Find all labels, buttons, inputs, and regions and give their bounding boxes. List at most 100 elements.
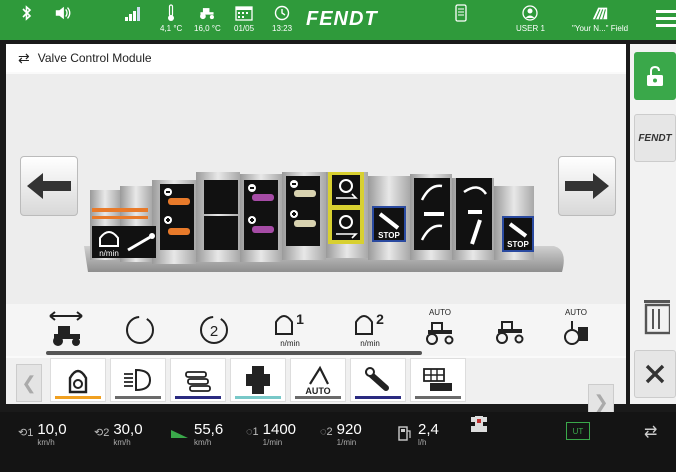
status-rpm-2[interactable]: ◌2 920 1/min bbox=[320, 421, 362, 448]
function-scrollbar[interactable] bbox=[46, 351, 422, 355]
tab-display[interactable] bbox=[410, 358, 466, 402]
timer-2-button[interactable]: 2 bbox=[184, 308, 244, 354]
status-timer-2[interactable]: ⟲2 30,0 km/h bbox=[94, 422, 143, 448]
tab-lights-indicator bbox=[115, 396, 161, 399]
auto-hitch-icon bbox=[309, 365, 329, 385]
top-status-bar: 4,1 °C 16,0 °C 01/05 13:23 FENDT USER 1 … bbox=[0, 0, 676, 40]
bluetooth-button[interactable] bbox=[18, 4, 36, 38]
flow-1-label: n/min bbox=[280, 339, 300, 348]
valve-section-icon bbox=[246, 366, 270, 394]
hoses-icon bbox=[185, 371, 211, 392]
status-timer-1[interactable]: ⟲1 10,0 km/h bbox=[18, 421, 67, 448]
status-rpm-1[interactable]: ◌1 1400 1/min bbox=[246, 422, 296, 448]
phone-button[interactable] bbox=[452, 4, 470, 38]
auto-valve-button[interactable]: AUTO bbox=[546, 308, 606, 354]
stop-label-1: STOP bbox=[378, 231, 400, 240]
tractor-top-view-icon bbox=[471, 416, 487, 432]
tractor-temperature: 16,0 °C bbox=[194, 4, 221, 38]
fuel-value: 2,4 bbox=[418, 421, 439, 438]
float-position-button[interactable] bbox=[36, 308, 96, 354]
thermometer-icon bbox=[162, 4, 180, 22]
signal-indicator bbox=[124, 4, 142, 38]
flow-1-button[interactable]: 1 n/min bbox=[260, 308, 320, 354]
fendt-logo-button[interactable]: FENDT bbox=[634, 114, 676, 162]
tractor-status-indicator bbox=[470, 414, 488, 439]
user-button[interactable]: USER 1 bbox=[516, 4, 545, 38]
arrow-left-icon bbox=[27, 173, 71, 199]
tab-coupling[interactable] bbox=[350, 358, 406, 402]
timer-1-button[interactable] bbox=[110, 308, 170, 354]
field-label: "Your N..." Field bbox=[572, 24, 629, 33]
tab-lights[interactable] bbox=[110, 358, 166, 402]
timer-2-unit: km/h bbox=[113, 438, 131, 447]
trash-icon bbox=[644, 300, 670, 335]
valve-work-area: n/min STOP STOP bbox=[6, 74, 626, 304]
chevron-left-icon: ❮ bbox=[21, 372, 37, 393]
speed-ramp-icon bbox=[171, 430, 188, 438]
tab-hoses[interactable] bbox=[170, 358, 226, 402]
module-header: ⇄ Valve Control Module bbox=[6, 44, 626, 72]
swap-screen-button[interactable]: ⇄ bbox=[644, 422, 657, 442]
tractor-temp-value: 16,0 °C bbox=[194, 24, 221, 33]
flow-2-label: n/min bbox=[360, 339, 380, 348]
tab-auto-label: AUTO bbox=[305, 386, 331, 396]
auto-tractor-icon bbox=[426, 322, 454, 345]
tab-engine-indicator bbox=[55, 396, 101, 399]
tab-scroll-left-button[interactable]: ❮ bbox=[16, 364, 42, 402]
stop-label-2: STOP bbox=[507, 240, 529, 249]
delete-button[interactable] bbox=[634, 292, 676, 340]
flow-2-button[interactable]: 2 n/min bbox=[340, 308, 400, 354]
field-button[interactable]: "Your N..." Field bbox=[572, 4, 628, 38]
display-grid-icon bbox=[423, 368, 452, 391]
speed-value: 55,6 bbox=[194, 421, 224, 438]
engine-icon bbox=[68, 369, 88, 394]
timer-2-small-icon: ⟲2 bbox=[94, 427, 110, 439]
phone-icon bbox=[452, 4, 470, 22]
status-fuel[interactable]: 2,4 l/h bbox=[398, 422, 439, 447]
auto-valve-label: AUTO bbox=[564, 308, 588, 317]
auto-tractor-button[interactable]: AUTO bbox=[410, 308, 470, 354]
menu-button[interactable] bbox=[656, 10, 676, 30]
rpm-label: n/min bbox=[99, 249, 119, 258]
timer-1-value: 10,0 bbox=[37, 421, 67, 438]
volume-button[interactable] bbox=[54, 4, 72, 38]
unlock-button[interactable] bbox=[634, 52, 676, 100]
fuel-unit: l/h bbox=[418, 438, 427, 447]
tab-engine[interactable] bbox=[50, 358, 106, 402]
valve-control-panel: ⇄ Valve Control Module n/min STOP STOP 2… bbox=[6, 44, 626, 420]
user-label: USER 1 bbox=[516, 24, 545, 33]
menu-icon bbox=[656, 10, 676, 13]
engine-speed-2-icon: 2 bbox=[355, 311, 384, 335]
fendt-small-logo: FENDT bbox=[638, 132, 672, 144]
status-speed[interactable]: 55,6 km/h bbox=[170, 422, 223, 447]
tab-auto[interactable]: AUTO bbox=[290, 358, 346, 402]
tractor-button[interactable] bbox=[480, 308, 540, 354]
rpm-2-unit: 1/min bbox=[336, 438, 357, 447]
tab-valve[interactable] bbox=[230, 358, 286, 402]
swap-icon[interactable]: ⇄ bbox=[18, 50, 30, 67]
field-icon bbox=[591, 4, 609, 22]
timer-1-icon bbox=[126, 316, 154, 344]
tab-bar: ❮ AUTO ❯ bbox=[6, 358, 626, 420]
close-button[interactable] bbox=[634, 350, 676, 398]
user-icon bbox=[521, 4, 539, 22]
tab-valve-indicator bbox=[235, 396, 281, 399]
tab-display-indicator bbox=[415, 396, 461, 399]
engine-rpm-2-icon: ◌2 bbox=[320, 426, 333, 438]
auto-valve-icon bbox=[564, 321, 588, 345]
rpm-2-value: 920 bbox=[336, 421, 362, 438]
engine-rpm-1-icon: ◌1 bbox=[246, 426, 259, 438]
arrow-right-icon bbox=[565, 173, 609, 199]
engine-speed-1-icon: 1 bbox=[275, 311, 304, 335]
float-tractor-icon bbox=[49, 311, 83, 346]
tab-hoses-indicator bbox=[175, 396, 221, 399]
previous-valve-button[interactable] bbox=[20, 156, 78, 216]
temperature-value: 4,1 °C bbox=[160, 24, 183, 33]
bottom-status-bar: ⟲1 10,0 km/h ⟲2 30,0 km/h 55,6 km/h ◌1 1400… bbox=[0, 412, 676, 472]
svg-text:2: 2 bbox=[210, 323, 218, 340]
ut-button[interactable]: UT bbox=[566, 422, 590, 440]
right-side-panel: FENDT bbox=[630, 44, 676, 404]
tab-auto-indicator bbox=[295, 396, 341, 399]
brand-logo: FENDT bbox=[306, 8, 378, 30]
page-title: Valve Control Module bbox=[37, 51, 152, 65]
